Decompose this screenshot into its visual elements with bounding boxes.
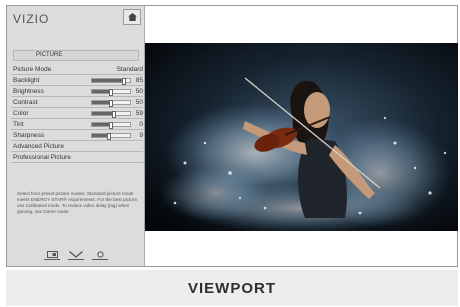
color-slider[interactable] (91, 111, 131, 118)
brand-logo: VIZIO (13, 12, 50, 26)
menu-row-advanced-picture[interactable]: Advanced Picture (11, 141, 143, 152)
brightness-slider[interactable] (91, 89, 131, 96)
violinist-splash-image (145, 43, 458, 231)
home-button[interactable] (123, 9, 141, 25)
menu-row-tint[interactable]: Tint 0 (11, 119, 143, 130)
row-label: Color (13, 109, 29, 117)
row-value: 85 (135, 76, 143, 84)
row-label: Picture Mode (13, 65, 52, 73)
row-label: Professional Picture (13, 153, 71, 161)
chevron-down-icon (69, 250, 83, 258)
row-label: Contrast (13, 98, 38, 106)
menu-row-contrast[interactable]: Contrast 50 (11, 97, 143, 108)
contrast-slider[interactable] (91, 100, 131, 107)
ok-button[interactable] (92, 249, 108, 260)
menu-row-sharpness[interactable]: Sharpness 9 (11, 130, 143, 141)
preview-image (145, 43, 458, 231)
row-value: 59 (135, 109, 143, 117)
backlight-slider[interactable] (91, 78, 131, 85)
menu-row-brightness[interactable]: Brightness 50 (11, 86, 143, 97)
menu-row-backlight[interactable]: Backlight 85 (11, 75, 143, 86)
home-icon (127, 13, 137, 21)
down-button[interactable] (68, 249, 84, 260)
row-label: Tint (13, 120, 24, 128)
menu-row-picture-mode[interactable]: Picture Mode Standard (11, 64, 143, 75)
menu-title: PICTURE (13, 50, 139, 61)
viewport-caption: VIEWPORT (6, 270, 458, 306)
row-value: 50 (135, 98, 143, 106)
row-value: 50 (135, 87, 143, 95)
row-label: Advanced Picture (13, 142, 64, 150)
menu-row-professional-picture[interactable]: Professional Picture (11, 152, 143, 163)
row-label: Sharpness (13, 131, 45, 139)
bottom-controls (7, 246, 145, 260)
tv-screen-frame: VIZIO PICTURE Picture Mode Standard Back… (6, 5, 458, 267)
row-label: Backlight (13, 76, 40, 84)
row-value: 0 (139, 120, 143, 128)
tint-slider[interactable] (91, 122, 131, 129)
picture-settings-list: Picture Mode Standard Backlight 85 Brigh… (11, 64, 143, 163)
help-text: Select from preset picture modes. Standa… (17, 191, 139, 214)
sharpness-slider[interactable] (91, 133, 131, 140)
display-button[interactable] (44, 249, 60, 260)
display-icon (46, 250, 58, 258)
row-value: Standard (116, 65, 143, 73)
circle-icon (96, 250, 104, 258)
settings-sidebar: VIZIO PICTURE Picture Mode Standard Back… (7, 6, 145, 266)
row-label: Brightness (13, 87, 44, 95)
row-value: 9 (139, 131, 143, 139)
menu-row-color[interactable]: Color 59 (11, 108, 143, 119)
